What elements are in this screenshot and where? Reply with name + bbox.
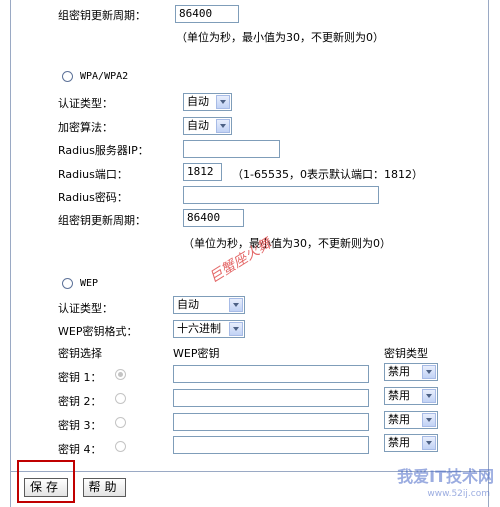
wep-key-input-4[interactable] xyxy=(173,436,369,454)
chevron-down-icon xyxy=(422,389,436,403)
wpa-auth-type-label: 认证类型： xyxy=(58,97,113,110)
key-type-value: 禁用 xyxy=(388,413,410,426)
chevron-down-icon xyxy=(216,95,230,109)
save-button[interactable]: 保存 xyxy=(24,478,68,497)
key-type-header: 密钥类型 xyxy=(384,347,428,360)
radius-ip-label: Radius服务器IP： xyxy=(58,144,149,157)
wep-key-format-value: 十六进制 xyxy=(177,322,221,335)
group-key-hint: （单位为秒，最小值为30，不更新则为0） xyxy=(176,31,384,44)
group-key-update-label: 组密钥更新周期： xyxy=(58,9,146,22)
key-radio-2[interactable] xyxy=(115,393,126,404)
key-type-value: 禁用 xyxy=(388,436,410,449)
wep-auth-type-select[interactable]: 自动 xyxy=(173,296,245,314)
wpa-encrypt-select[interactable]: 自动 xyxy=(183,117,232,135)
wep-key-input-3[interactable] xyxy=(173,413,369,431)
key-type-select-2[interactable]: 禁用 xyxy=(384,387,438,405)
wpa-encrypt-value: 自动 xyxy=(187,119,209,132)
radius-pwd-input[interactable] xyxy=(183,186,379,204)
radius-port-hint: （1-65535，0表示默认端口：1812） xyxy=(232,168,423,181)
wep-key-input-2[interactable] xyxy=(173,389,369,407)
radius-port-label: Radius端口： xyxy=(58,168,128,181)
wep-key-format-select[interactable]: 十六进制 xyxy=(173,320,245,338)
wep-auth-type-label: 认证类型： xyxy=(58,302,113,315)
key-label: 密钥 3： xyxy=(58,419,102,432)
radius-port-input[interactable]: 1812 xyxy=(183,163,222,181)
wpa-auth-type-select[interactable]: 自动 xyxy=(183,93,232,111)
key-type-select-1[interactable]: 禁用 xyxy=(384,363,438,381)
wpa-radio[interactable] xyxy=(62,71,73,82)
key-label: 密钥 2： xyxy=(58,395,102,408)
key-radio-1[interactable] xyxy=(115,369,126,380)
radius-pwd-label: Radius密码： xyxy=(58,191,128,204)
key-label: 密钥 1： xyxy=(58,371,102,384)
wep-radio[interactable] xyxy=(62,278,73,289)
key-type-select-4[interactable]: 禁用 xyxy=(384,434,438,452)
site-logo-text: 我爱IT技术网 xyxy=(397,467,494,486)
wep-key-input-1[interactable] xyxy=(173,365,369,383)
wep-key-format-label: WEP密钥格式： xyxy=(58,325,138,338)
key-type-value: 禁用 xyxy=(388,389,410,402)
key-type-value: 禁用 xyxy=(388,365,410,378)
chevron-down-icon xyxy=(229,322,243,336)
key-radio-4[interactable] xyxy=(115,441,126,452)
wpa-group-key-hint: （单位为秒，最小值为30，不更新则为0） xyxy=(183,237,391,250)
wep-title: WEP xyxy=(80,278,99,289)
site-url-text: www.52ij.com xyxy=(427,489,490,499)
group-key-update-input[interactable]: 86400 xyxy=(175,5,239,23)
key-radio-3[interactable] xyxy=(115,417,126,428)
chevron-down-icon xyxy=(422,365,436,379)
wpa-group-key-update-label: 组密钥更新周期： xyxy=(58,214,146,227)
wpa-auth-type-value: 自动 xyxy=(187,95,209,108)
wpa-group-key-update-input[interactable]: 86400 xyxy=(183,209,244,227)
wpa-encrypt-label: 加密算法： xyxy=(58,121,113,134)
radius-ip-input[interactable] xyxy=(183,140,280,158)
chevron-down-icon xyxy=(422,413,436,427)
key-type-select-3[interactable]: 禁用 xyxy=(384,411,438,429)
chevron-down-icon xyxy=(216,119,230,133)
key-label: 密钥 4： xyxy=(58,443,102,456)
wep-auth-type-value: 自动 xyxy=(177,298,199,311)
wep-key-header: WEP密钥 xyxy=(173,347,220,360)
help-button[interactable]: 帮助 xyxy=(83,478,126,497)
chevron-down-icon xyxy=(422,436,436,450)
key-select-header: 密钥选择 xyxy=(58,347,102,360)
chevron-down-icon xyxy=(229,298,243,312)
wpa-title: WPA/WPA2 xyxy=(80,71,129,82)
